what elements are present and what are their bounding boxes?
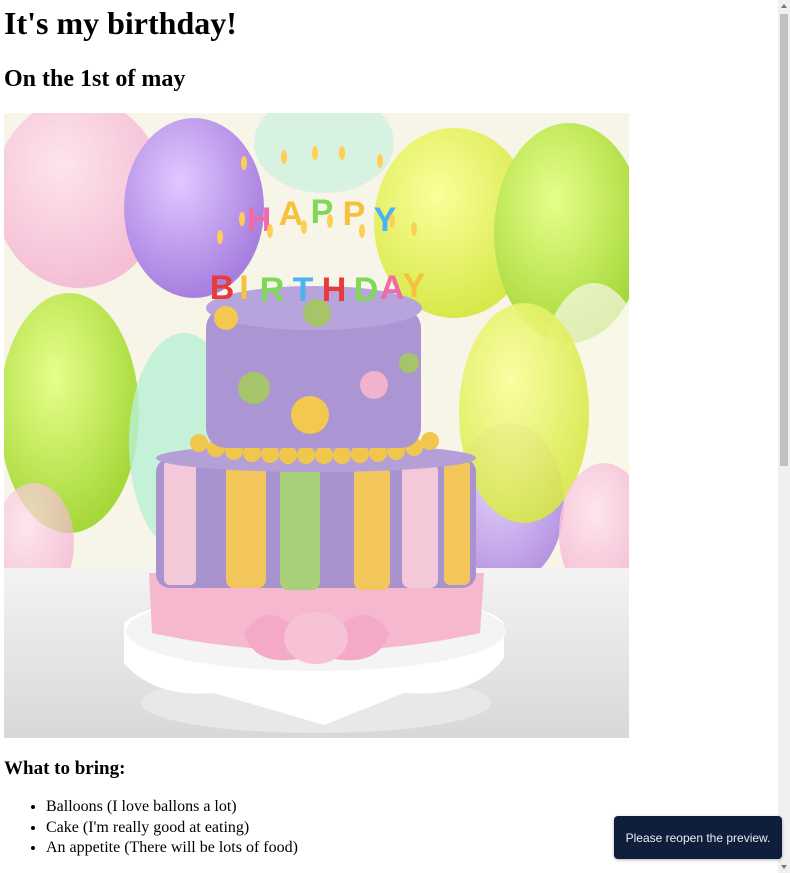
svg-text:A: A: [279, 195, 304, 233]
toast-message: Please reopen the preview.: [625, 830, 771, 845]
svg-text:H: H: [322, 271, 347, 309]
bring-list: Balloons (I love ballons a lot) Cake (I'…: [4, 797, 298, 859]
scroll-up-icon[interactable]: [781, 4, 787, 8]
svg-text:Y: Y: [403, 267, 426, 305]
birthday-cake-image: H A P P Y B I R T H D A Y: [4, 113, 629, 738]
page-title: It's my birthday!: [4, 5, 237, 41]
scroll-down-icon[interactable]: [781, 865, 787, 869]
svg-text:D: D: [354, 271, 379, 309]
page-subtitle: On the 1st of may: [4, 66, 186, 92]
svg-text:R: R: [260, 271, 285, 309]
scrollbar-thumb[interactable]: [780, 14, 788, 466]
reopen-preview-toast[interactable]: Please reopen the preview.: [614, 816, 782, 859]
svg-text:T: T: [293, 271, 314, 309]
list-item: An appetite (There will be lots of food): [46, 838, 298, 859]
svg-text:I: I: [239, 269, 248, 307]
svg-text:A: A: [380, 269, 405, 307]
list-item: Cake (I'm really good at eating): [46, 818, 298, 839]
list-item: Balloons (I love ballons a lot): [46, 797, 298, 818]
vertical-scrollbar[interactable]: [778, 0, 790, 873]
svg-text:B: B: [210, 269, 235, 307]
what-to-bring-heading: What to bring:: [4, 758, 126, 779]
